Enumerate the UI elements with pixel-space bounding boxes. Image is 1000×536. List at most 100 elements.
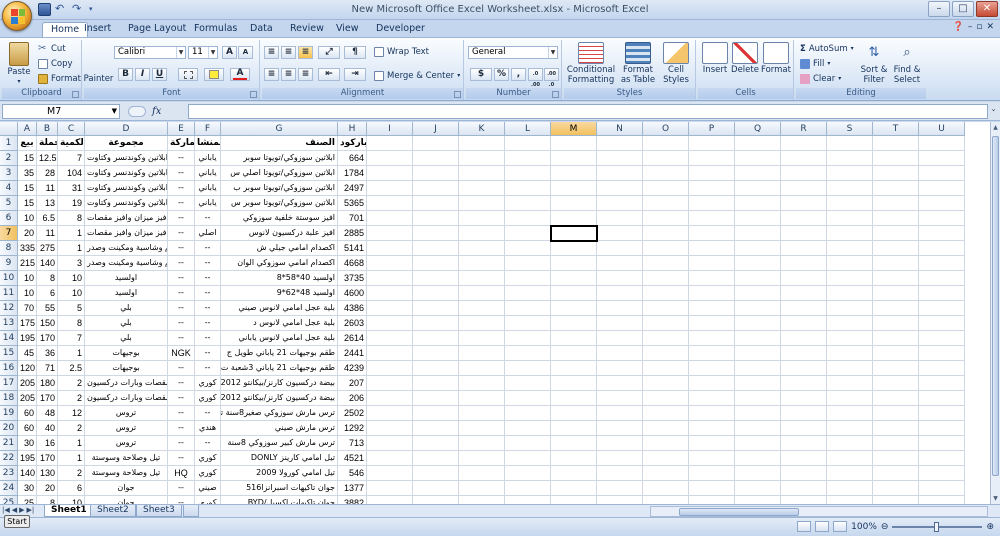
cell-a6[interactable]: 10	[18, 211, 37, 226]
cell-m22[interactable]	[551, 451, 597, 466]
cell-a3[interactable]: 35	[18, 166, 37, 181]
cell-t12[interactable]	[873, 301, 919, 316]
cell-b21[interactable]: 16	[37, 436, 58, 451]
active-cell-indicator[interactable]	[550, 225, 598, 242]
row-header[interactable]: 2	[0, 151, 18, 166]
cell-f5[interactable]: ياباني	[195, 196, 221, 211]
align-left-icon[interactable]: ≡	[264, 68, 279, 81]
cell-o6[interactable]	[643, 211, 689, 226]
cell-p9[interactable]	[689, 256, 735, 271]
cell-u6[interactable]	[919, 211, 965, 226]
cell-j14[interactable]	[413, 331, 459, 346]
cell-i7[interactable]	[367, 226, 413, 241]
cell-g1[interactable]: الصنف	[221, 136, 338, 151]
cell-g5[interactable]: ابلاتين سوزوكي/تويوتا سوبر س	[221, 196, 338, 211]
cell-p24[interactable]	[689, 481, 735, 496]
cell-l24[interactable]	[505, 481, 551, 496]
cell-d24[interactable]: جوان	[85, 481, 168, 496]
cell-p15[interactable]	[689, 346, 735, 361]
cell-f24[interactable]: صيني	[195, 481, 221, 496]
cell-s16[interactable]	[827, 361, 873, 376]
cell-r25[interactable]	[781, 496, 827, 504]
cell-h20[interactable]: 1292	[338, 421, 367, 436]
cell-s4[interactable]	[827, 181, 873, 196]
cell-l7[interactable]	[505, 226, 551, 241]
cell-m3[interactable]	[551, 166, 597, 181]
cell-t8[interactable]	[873, 241, 919, 256]
cell-n12[interactable]	[597, 301, 643, 316]
cell-n2[interactable]	[597, 151, 643, 166]
cell-h22[interactable]: 4521	[338, 451, 367, 466]
cell-h3[interactable]: 1784	[338, 166, 367, 181]
row-header[interactable]: 15	[0, 346, 18, 361]
cell-p10[interactable]	[689, 271, 735, 286]
cell-n17[interactable]	[597, 376, 643, 391]
cell-d12[interactable]: بلي	[85, 301, 168, 316]
cell-j4[interactable]	[413, 181, 459, 196]
cell-u12[interactable]	[919, 301, 965, 316]
cell-n13[interactable]	[597, 316, 643, 331]
cell-s17[interactable]	[827, 376, 873, 391]
cell-i25[interactable]	[367, 496, 413, 504]
cell-e15[interactable]: NGK	[168, 346, 195, 361]
cell-o22[interactable]	[643, 451, 689, 466]
cell-e21[interactable]: --	[168, 436, 195, 451]
cell-o10[interactable]	[643, 271, 689, 286]
cell-k15[interactable]	[459, 346, 505, 361]
cell-o14[interactable]	[643, 331, 689, 346]
cell-n14[interactable]	[597, 331, 643, 346]
text-direction-icon[interactable]: ¶	[344, 46, 366, 59]
zoom-slider-knob[interactable]	[934, 521, 940, 532]
cell-q2[interactable]	[735, 151, 781, 166]
cell-l3[interactable]	[505, 166, 551, 181]
cell-h8[interactable]: 5141	[338, 241, 367, 256]
font-size-field[interactable]: 11 ▼	[188, 46, 218, 59]
cell-l17[interactable]	[505, 376, 551, 391]
cell-f15[interactable]: --	[195, 346, 221, 361]
cell-p18[interactable]	[689, 391, 735, 406]
cell-n25[interactable]	[597, 496, 643, 504]
tab-insert[interactable]: Insert	[84, 22, 111, 37]
cell-m17[interactable]	[551, 376, 597, 391]
tab-home[interactable]: Home	[42, 22, 89, 38]
zoom-level[interactable]: 100%	[851, 522, 877, 532]
scroll-up-icon[interactable]: ▲	[991, 122, 1000, 133]
cell-i21[interactable]	[367, 436, 413, 451]
cell-styles-button[interactable]: Cell Styles	[660, 42, 692, 85]
cell-g10[interactable]: اولسيد 40*58*8	[221, 271, 338, 286]
cell-i10[interactable]	[367, 271, 413, 286]
cell-a4[interactable]: 15	[18, 181, 37, 196]
cell-o5[interactable]	[643, 196, 689, 211]
column-header-g[interactable]: G	[221, 122, 338, 136]
cell-d19[interactable]: تروس	[85, 406, 168, 421]
cell-r21[interactable]	[781, 436, 827, 451]
cell-i6[interactable]	[367, 211, 413, 226]
cell-c18[interactable]: 2	[58, 391, 85, 406]
cell-l25[interactable]	[505, 496, 551, 504]
cell-h18[interactable]: 206	[338, 391, 367, 406]
cell-f22[interactable]: كوري	[195, 451, 221, 466]
cell-r4[interactable]	[781, 181, 827, 196]
cell-c20[interactable]: 2	[58, 421, 85, 436]
cell-i3[interactable]	[367, 166, 413, 181]
cell-g8[interactable]: اكصدام امامي جيلي ش	[221, 241, 338, 256]
cell-n7[interactable]	[597, 226, 643, 241]
cell-t17[interactable]	[873, 376, 919, 391]
row-header[interactable]: 23	[0, 466, 18, 481]
expand-formula-bar-icon[interactable]: ⌄	[989, 105, 998, 118]
cell-t11[interactable]	[873, 286, 919, 301]
cell-i8[interactable]	[367, 241, 413, 256]
cell-f17[interactable]: كوري	[195, 376, 221, 391]
cell-g23[interactable]: تيل امامي كورولا 2009	[221, 466, 338, 481]
cell-q16[interactable]	[735, 361, 781, 376]
cell-m23[interactable]	[551, 466, 597, 481]
row-header[interactable]: 18	[0, 391, 18, 406]
cell-r13[interactable]	[781, 316, 827, 331]
cell-e14[interactable]: --	[168, 331, 195, 346]
cell-c1[interactable]: الكمية	[58, 136, 85, 151]
cell-b14[interactable]: 170	[37, 331, 58, 346]
cell-l13[interactable]	[505, 316, 551, 331]
fill-color-button[interactable]	[204, 68, 224, 81]
column-header-q[interactable]: Q	[735, 122, 781, 136]
cell-h9[interactable]: 4668	[338, 256, 367, 271]
